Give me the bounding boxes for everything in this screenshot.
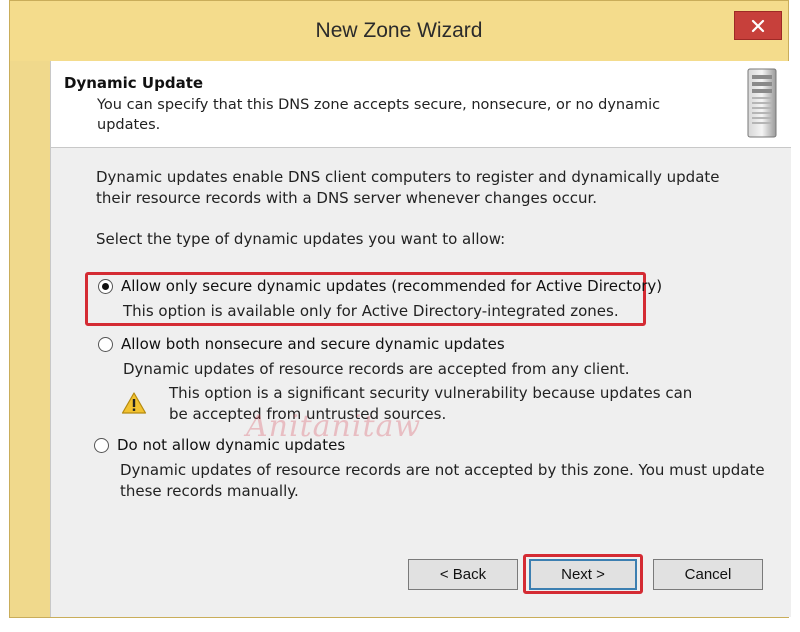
intro-text: Dynamic updates enable DNS client comput… (96, 168, 720, 207)
option-label-secure-only[interactable]: Allow only secure dynamic updates (recom… (121, 277, 662, 295)
back-button[interactable]: < Back (408, 559, 518, 590)
option-label-nonsecure-and-secure[interactable]: Allow both nonsecure and secure dynamic … (121, 335, 505, 353)
page-title: Dynamic Update (64, 74, 204, 92)
close-button[interactable] (734, 11, 782, 40)
selection-prompt: Select the type of dynamic updates you w… (96, 230, 506, 248)
wizard-client-area: Dynamic Update You can specify that this… (50, 61, 791, 617)
option-desc-nonsecure-and-secure: Dynamic updates of resource records are … (123, 360, 630, 378)
option-desc-no-dynamic-updates: Dynamic updates of resource records are … (120, 461, 765, 500)
radio-secure-only[interactable] (98, 279, 113, 294)
wizard-window: New Zone Wizard Dynamic Update You can s… (9, 0, 791, 618)
radio-no-dynamic-updates[interactable] (94, 438, 109, 453)
server-icon (747, 68, 777, 138)
warning-icon (121, 392, 147, 414)
next-button[interactable]: Next > (529, 559, 637, 590)
close-icon (751, 19, 765, 32)
window-title: New Zone Wizard (315, 19, 483, 42)
page-subtitle: You can specify that this DNS zone accep… (97, 97, 661, 133)
option-desc-secure-only: This option is available only for Active… (123, 302, 619, 320)
cancel-button[interactable]: Cancel (653, 559, 763, 590)
title-bar[interactable]: New Zone Wizard (10, 1, 788, 61)
wizard-header: Dynamic Update You can specify that this… (51, 61, 791, 148)
watermark: Anitanitaw (246, 409, 422, 444)
radio-nonsecure-and-secure[interactable] (98, 337, 113, 352)
